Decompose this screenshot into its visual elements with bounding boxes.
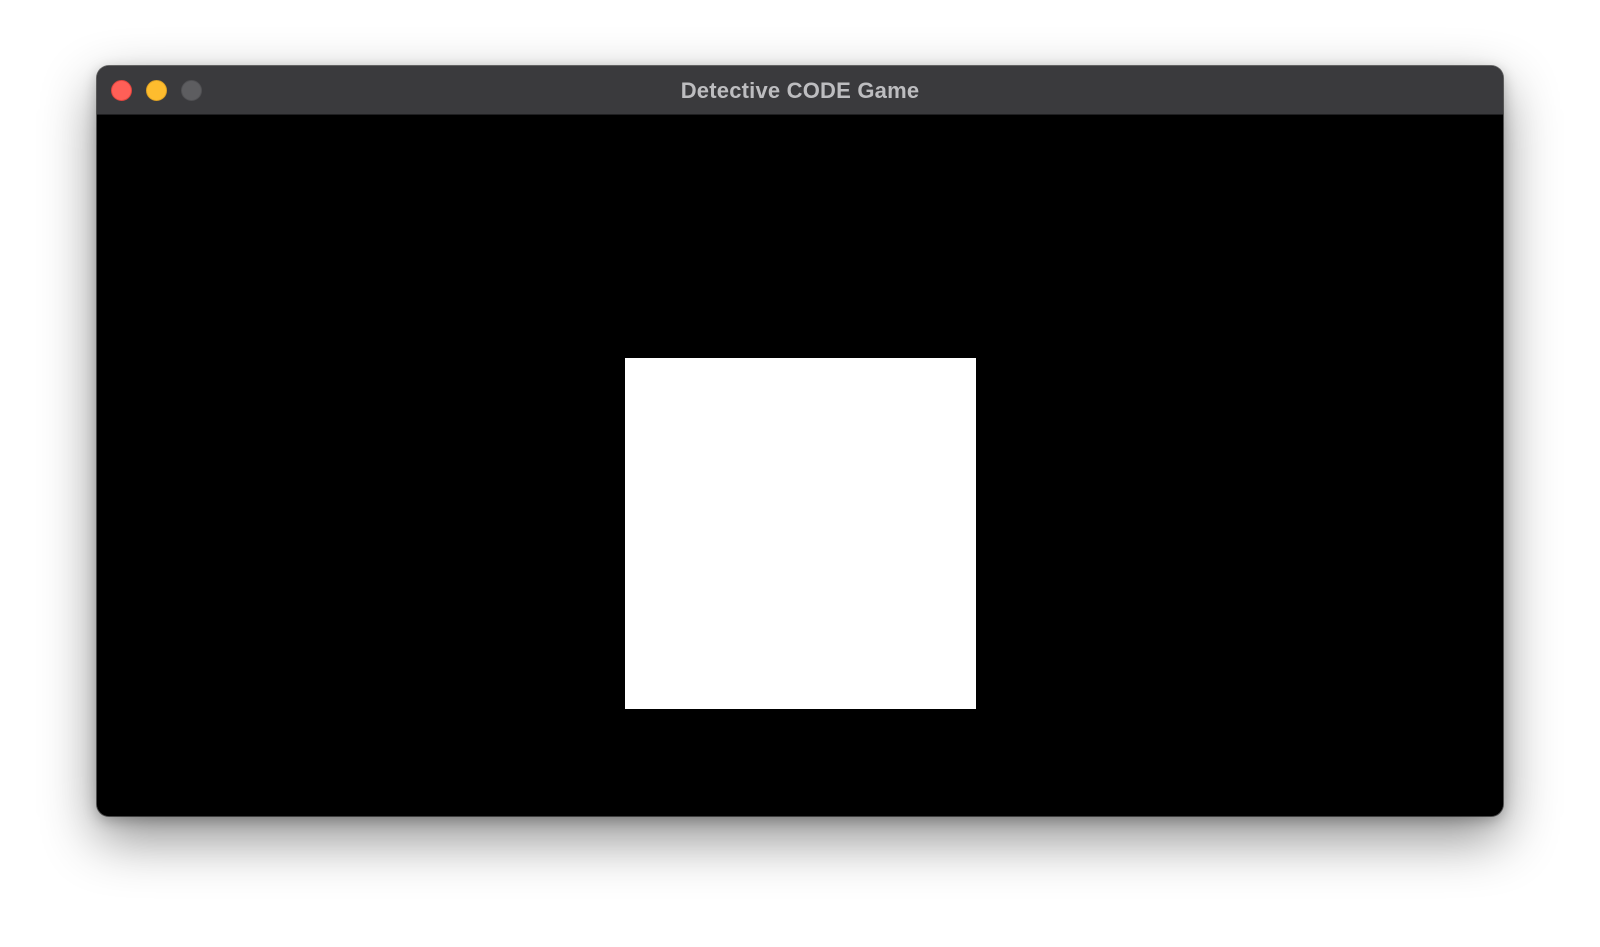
window-title: Detective CODE Game xyxy=(680,78,920,103)
game-canvas[interactable] xyxy=(97,115,1503,816)
title-bar[interactable]: Detective CODE Game xyxy=(97,66,1503,115)
white-square xyxy=(625,358,976,709)
app-window: Detective CODE Game xyxy=(97,66,1503,816)
